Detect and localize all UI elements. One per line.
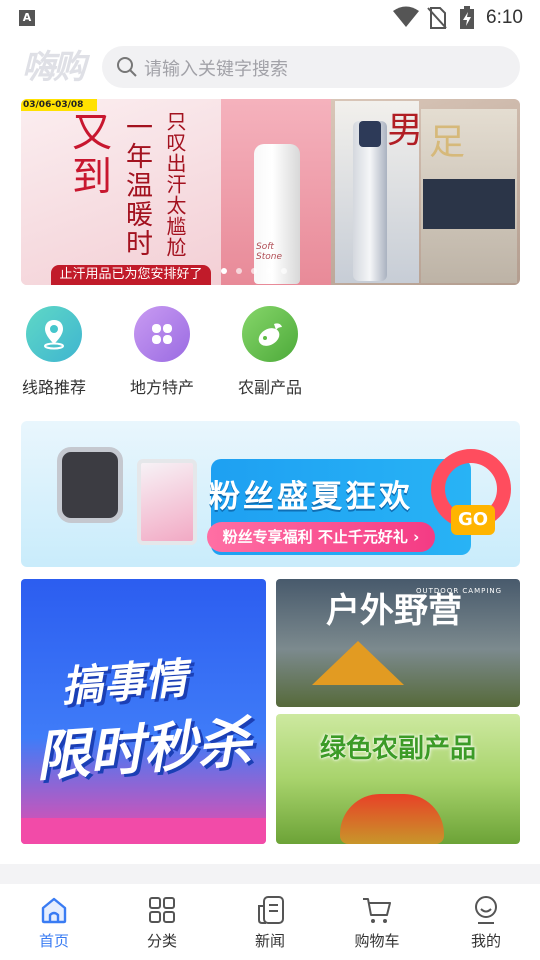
product-box-image: 男 — [335, 101, 423, 283]
category-route-recommend[interactable]: 线路推荐 — [14, 306, 94, 398]
carousel-dot[interactable] — [221, 268, 227, 274]
banner-left-panel: 03/06-03/08 又到 一年温暖时 只叹出汗太尴尬 止汗用品已为您安排好了 — [21, 99, 221, 285]
news-icon — [258, 896, 284, 924]
nav-profile[interactable]: 我的 — [446, 894, 526, 951]
flash-sale-tile[interactable]: 搞事情 限时秒杀 — [21, 579, 266, 844]
category-label: 地方特产 — [129, 378, 194, 397]
battery-charging-icon — [460, 6, 474, 29]
banner-right-panel: 男 足 — [331, 99, 520, 285]
cart-icon — [363, 898, 391, 923]
banner-headline: 又到 — [65, 111, 111, 199]
carousel-dot[interactable] — [281, 268, 287, 274]
outdoor-camping-tile[interactable]: 户外野营 OUTDOOR CAMPING — [276, 579, 520, 707]
produce-title: 绿色农副产品 — [320, 734, 477, 764]
notification-icon: A — [19, 10, 35, 26]
banner-product-panel: Soft Stone — [221, 99, 331, 285]
smartwatch-image — [57, 447, 123, 523]
section-divider — [0, 864, 540, 884]
category-local-specialty[interactable]: 地方特产 — [122, 306, 202, 398]
wifi-icon — [393, 6, 419, 27]
category-farm-products[interactable]: 农副产品 — [230, 306, 310, 398]
grid-icon — [149, 897, 175, 923]
banner-tagline: 止汗用品已为您安排好了 — [51, 265, 211, 285]
carousel-dot[interactable] — [236, 268, 242, 274]
nav-label: 分类 — [146, 932, 177, 950]
nav-label: 我的 — [470, 932, 501, 950]
profile-icon — [475, 896, 497, 924]
green-produce-tile[interactable]: 绿色农副产品 — [276, 714, 520, 844]
carousel-indicators[interactable] — [221, 259, 296, 278]
clock: 6:10 — [486, 7, 523, 28]
vegetable-basket-image — [340, 794, 444, 844]
nav-home[interactable]: 首页 — [14, 894, 94, 951]
four-petal-icon — [134, 306, 190, 362]
product-tube-image — [353, 121, 387, 281]
nav-label: 购物车 — [354, 932, 400, 950]
go-badge: GO — [451, 505, 495, 535]
eggplant-icon — [242, 306, 298, 362]
tablet-image — [137, 459, 197, 545]
nav-category[interactable]: 分类 — [122, 894, 202, 951]
bottom-nav: 首页 分类 新闻 购物车 我的 — [0, 884, 540, 960]
search-icon — [117, 57, 137, 77]
banner-line-2: 只叹出汗太尴尬 — [163, 111, 187, 258]
location-pin-icon — [26, 306, 82, 362]
tent-image — [312, 641, 404, 685]
nav-label: 新闻 — [254, 932, 285, 950]
banner-text-foot: 足 — [429, 122, 466, 163]
tile-footer-strip — [21, 818, 266, 844]
status-bar: A 6:10 — [0, 0, 540, 36]
banner-date-tag: 03/06-03/08 — [21, 99, 98, 111]
category-label: 农副产品 — [237, 378, 302, 397]
product-soap-image: 足 — [421, 109, 517, 283]
category-label: 线路推荐 — [21, 378, 86, 397]
camping-subtitle: OUTDOOR CAMPING — [416, 587, 503, 595]
carousel-dot[interactable] — [266, 268, 272, 274]
carousel-dot[interactable] — [251, 268, 257, 274]
search-bar[interactable]: 请输入关键字搜索 — [102, 46, 520, 88]
promo-title: 粉丝盛夏狂欢 — [209, 479, 413, 515]
nav-news[interactable]: 新闻 — [230, 894, 310, 951]
banner-text-men: 男 — [387, 110, 424, 151]
home-icon — [41, 897, 67, 924]
no-sim-icon — [427, 7, 447, 29]
banner-carousel[interactable]: 03/06-03/08 又到 一年温暖时 只叹出汗太尴尬 止汗用品已为您安排好了… — [21, 99, 520, 285]
banner-line-1: 一年温暖时 — [121, 113, 152, 258]
promo-button[interactable]: 粉丝专享福利 不止千元好礼 › — [207, 522, 435, 552]
flash-sale-line-2: 限时秒杀 — [33, 710, 254, 789]
nav-cart[interactable]: 购物车 — [337, 894, 417, 951]
app-logo: 嗨购 — [22, 47, 86, 86]
soap-package — [423, 179, 515, 229]
nav-label: 首页 — [38, 932, 69, 950]
search-input[interactable]: 请输入关键字搜索 — [144, 55, 288, 81]
promo-banner-fans-summer[interactable]: 粉丝盛夏狂欢 粉丝专享福利 不止千元好礼 › GO — [21, 421, 520, 567]
